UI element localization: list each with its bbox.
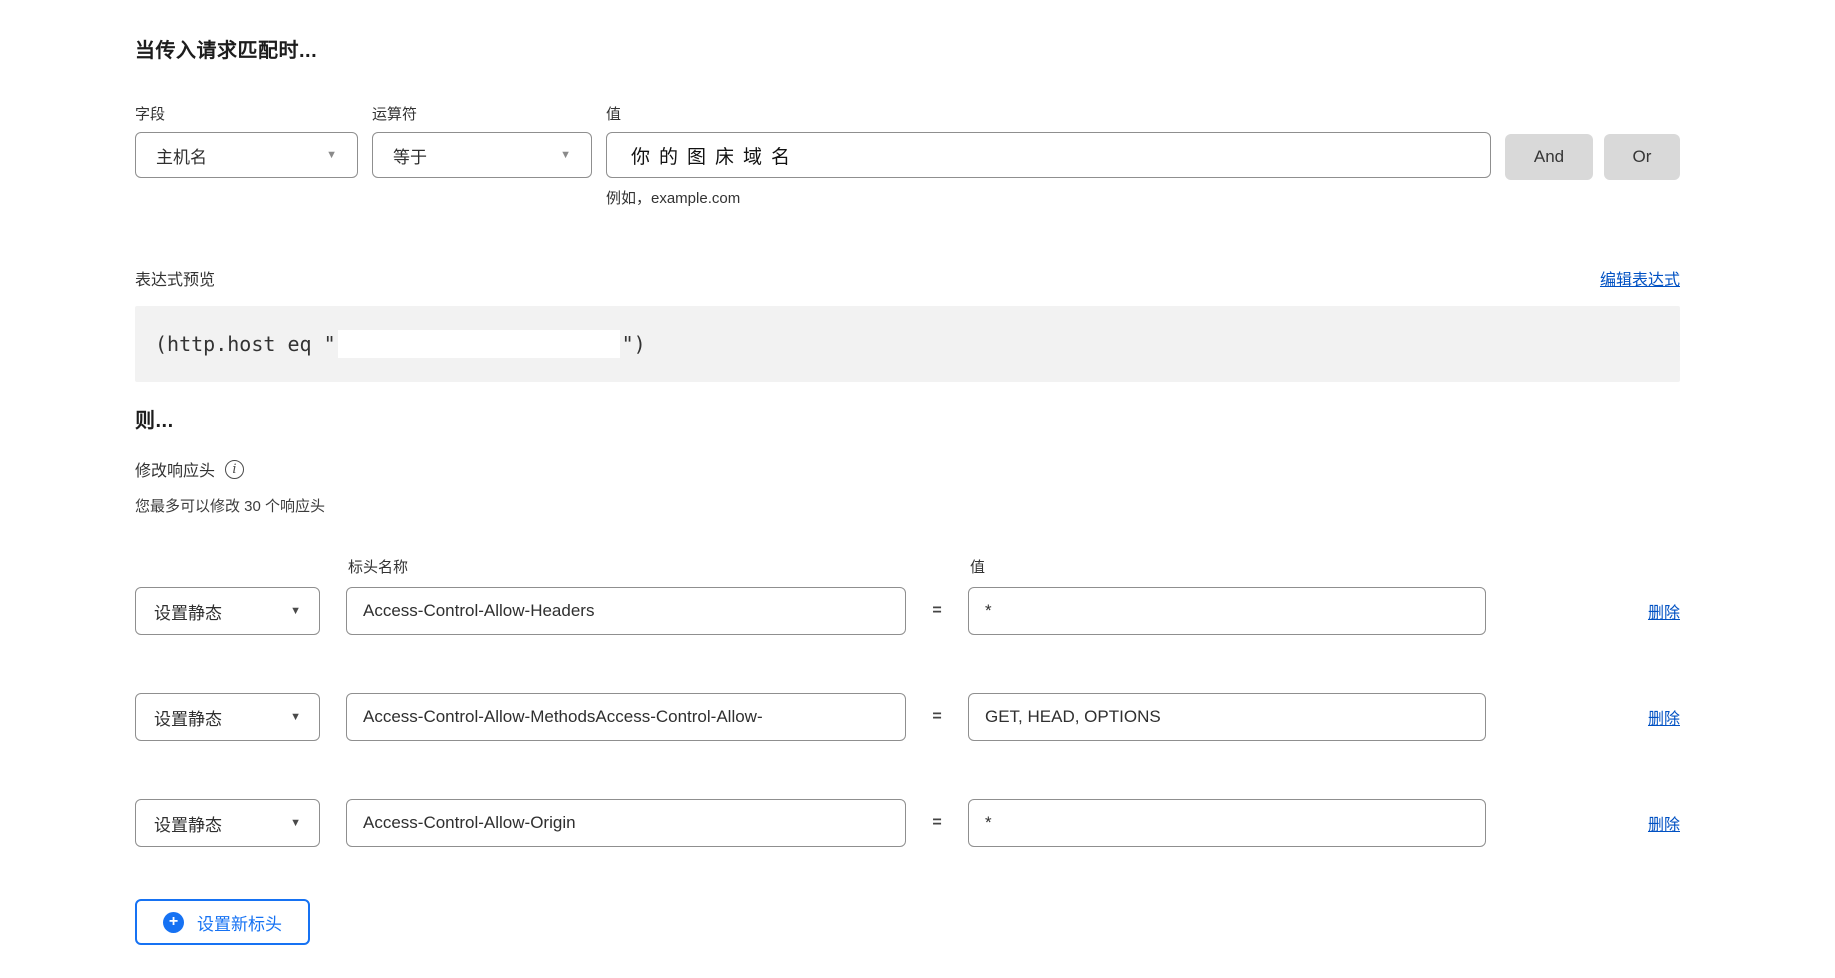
match-section-title: 当传入请求匹配时...: [135, 34, 1680, 63]
expression-header: 表达式预览 编辑表达式: [135, 266, 1680, 290]
header-value-input[interactable]: [968, 799, 1486, 847]
edit-expression-link[interactable]: 编辑表达式: [1600, 266, 1680, 290]
chevron-down-icon: ▼: [326, 150, 337, 161]
header-limit-note: 您最多可以修改 30 个响应头: [135, 495, 1680, 516]
remove-header-wrap: 删除: [1648, 811, 1680, 835]
equals-sign: =: [906, 602, 968, 620]
header-action-select[interactable]: 设置静态 ▼: [135, 799, 320, 847]
and-button[interactable]: And: [1505, 134, 1593, 180]
header-value-input[interactable]: [968, 587, 1486, 635]
plus-icon: +: [163, 912, 184, 933]
value-input[interactable]: [606, 132, 1491, 178]
remove-header-wrap: 删除: [1648, 705, 1680, 729]
field-select[interactable]: 主机名 ▼: [135, 132, 358, 178]
header-name-input[interactable]: [346, 799, 906, 847]
header-row: 设置静态 ▼ = 删除: [135, 587, 1680, 635]
header-row: 设置静态 ▼ = 删除: [135, 693, 1680, 741]
condition-row: 字段 主机名 ▼ 运算符 等于 ▼ 值 例如，example.com And O…: [135, 103, 1680, 208]
header-value-input[interactable]: [968, 693, 1486, 741]
redacted-value-box: [338, 330, 620, 358]
header-value-column-label: 值: [970, 556, 985, 577]
operator-label: 运算符: [372, 103, 592, 124]
field-select-value: 主机名: [156, 143, 207, 168]
chevron-down-icon: ▼: [560, 150, 571, 161]
expression-preview-box: (http.host eq ""): [135, 306, 1680, 382]
expression-code: (http.host eq ""): [155, 330, 646, 358]
or-button[interactable]: Or: [1604, 134, 1680, 180]
header-column-labels: 标头名称 值: [135, 556, 1680, 577]
column-spacer: [135, 556, 348, 577]
header-action-select[interactable]: 设置静态 ▼: [135, 693, 320, 741]
header-name-column-label: 标头名称: [348, 556, 970, 577]
header-action-value: 设置静态: [154, 811, 222, 836]
rule-editor: 当传入请求匹配时... 字段 主机名 ▼ 运算符 等于 ▼ 值 例如，examp…: [135, 0, 1680, 945]
chevron-down-icon: ▼: [290, 606, 301, 617]
operator-select-value: 等于: [393, 143, 427, 168]
then-section-title: 则...: [135, 404, 1680, 433]
header-action-value: 设置静态: [154, 599, 222, 624]
operator-group: 运算符 等于 ▼: [372, 103, 592, 208]
field-group: 字段 主机名 ▼: [135, 103, 358, 208]
header-action-select[interactable]: 设置静态 ▼: [135, 587, 320, 635]
remove-header-wrap: 删除: [1648, 599, 1680, 623]
chevron-down-icon: ▼: [290, 712, 301, 723]
expression-preview-label: 表达式预览: [135, 266, 215, 290]
action-row: 修改响应头 i: [135, 457, 1680, 481]
info-icon[interactable]: i: [225, 460, 244, 479]
remove-header-link[interactable]: 删除: [1648, 711, 1680, 728]
remove-header-link[interactable]: 删除: [1648, 605, 1680, 622]
value-hint: 例如，example.com: [606, 187, 1491, 208]
chevron-down-icon: ▼: [290, 818, 301, 829]
field-label: 字段: [135, 103, 358, 124]
modify-response-header-label: 修改响应头: [135, 457, 215, 481]
value-label: 值: [606, 103, 1491, 124]
header-action-value: 设置静态: [154, 705, 222, 730]
header-row: 设置静态 ▼ = 删除: [135, 799, 1680, 847]
header-name-input[interactable]: [346, 587, 906, 635]
operator-select[interactable]: 等于 ▼: [372, 132, 592, 178]
remove-header-link[interactable]: 删除: [1648, 817, 1680, 834]
add-header-button-label: 设置新标头: [197, 910, 282, 935]
value-group: 值 例如，example.com: [606, 103, 1491, 208]
equals-sign: =: [906, 708, 968, 726]
equals-sign: =: [906, 814, 968, 832]
add-header-button[interactable]: + 设置新标头: [135, 899, 310, 945]
header-name-input[interactable]: [346, 693, 906, 741]
